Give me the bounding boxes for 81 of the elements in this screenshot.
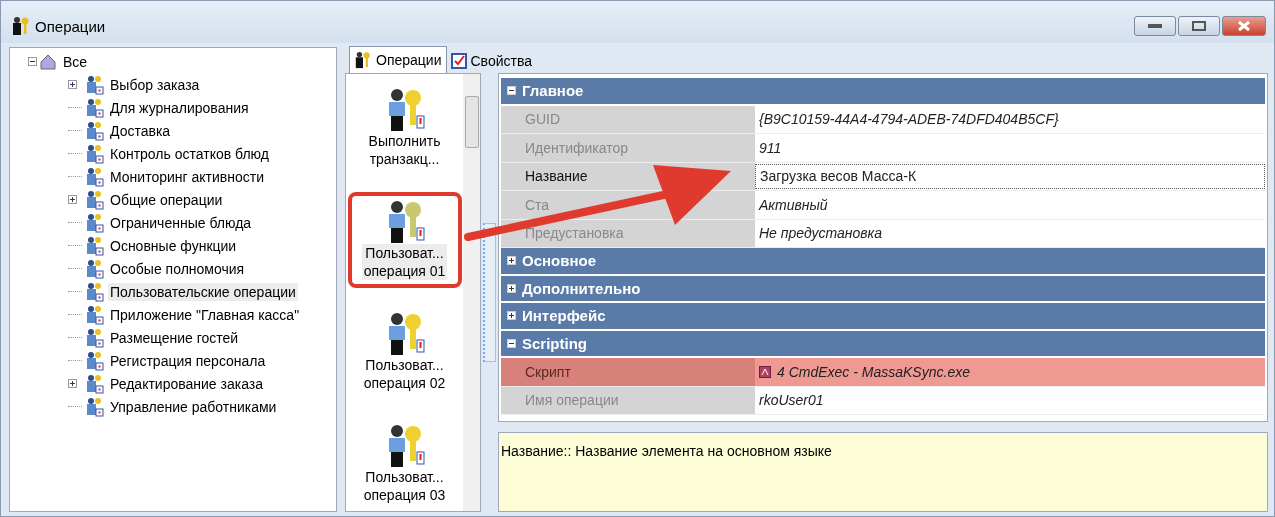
- person-key-icon: [84, 212, 104, 233]
- close-icon: [1237, 20, 1251, 32]
- minimize-button[interactable]: [1134, 16, 1176, 36]
- property-label: Идентификатор: [501, 134, 755, 162]
- tree-item[interactable]: Пользовательские операции: [108, 282, 298, 301]
- person-key-icon: [84, 281, 104, 302]
- tab[interactable]: Операции: [349, 46, 447, 73]
- toggle-icon: [507, 338, 516, 348]
- person-key-icon: [84, 350, 104, 371]
- person-key-icon: [84, 235, 104, 256]
- maximize-icon: [1192, 21, 1206, 31]
- scrollbar[interactable]: [463, 74, 480, 511]
- operation-label: Выполнить транзакц...: [367, 132, 442, 168]
- expand-icon[interactable]: [68, 80, 77, 89]
- tree-item[interactable]: Для журналирования: [108, 98, 251, 117]
- close-button[interactable]: [1222, 16, 1266, 36]
- person-key-icon: [84, 304, 104, 325]
- person-key-icon: [84, 166, 104, 187]
- property-value: 4 CmdExec - MassaKSync.exe: [755, 358, 1265, 386]
- person-key-icon: [84, 258, 104, 279]
- operation-item[interactable]: Выполнить транзакц...: [347, 80, 462, 176]
- person-key-icon: [354, 51, 372, 69]
- tree-item[interactable]: Общие операции: [108, 190, 225, 209]
- operation-item[interactable]: Пользоват... операция 03: [347, 416, 462, 511]
- section-header[interactable]: Главное: [501, 78, 1265, 104]
- tree-item[interactable]: Особые полномочия: [108, 259, 247, 278]
- operation-item[interactable]: Пользоват... операция 01: [347, 192, 462, 288]
- operation-label: Пользоват... операция 02: [362, 356, 447, 392]
- tree-item[interactable]: Мониторинг активности: [108, 167, 267, 186]
- tree-item[interactable]: Основные функции: [108, 236, 239, 255]
- input-field[interactable]: Загрузка весов Масса-К: [755, 163, 1265, 189]
- section-header[interactable]: Дополнительно: [501, 275, 1265, 301]
- section-header[interactable]: Интерфейс: [501, 303, 1265, 329]
- property-value: 911: [758, 138, 783, 158]
- toggle-icon: [507, 86, 516, 96]
- section-header[interactable]: Scripting: [501, 330, 1265, 356]
- property-value: Не предустановка: [758, 224, 883, 244]
- property-label: Имя операции: [501, 386, 755, 414]
- property-label: GUID: [501, 105, 755, 133]
- person-key-icon: [84, 74, 104, 95]
- expand-icon[interactable]: [68, 195, 77, 204]
- tree-item[interactable]: Размещение гостей: [108, 328, 241, 347]
- toggle-icon: [507, 311, 516, 321]
- person-key-icon: [84, 120, 104, 141]
- house-icon: [39, 52, 57, 71]
- tree-item[interactable]: Доставка: [108, 121, 173, 140]
- tree-item[interactable]: Управление работниками: [108, 397, 279, 416]
- tree-item[interactable]: Регистрация персонала: [108, 351, 268, 370]
- tree-item[interactable]: Контроль остатков блюд: [108, 144, 271, 163]
- property-value: {B9C10159-44A4-4794-ADEB-74DFD404B5CF}: [758, 110, 1060, 130]
- minimize-icon: [1148, 23, 1162, 29]
- property-label: Скрипт: [501, 358, 755, 386]
- tree-item[interactable]: Все: [61, 52, 90, 71]
- tree-item[interactable]: Редактирование заказа: [108, 374, 265, 393]
- person-key-icon: [84, 189, 104, 210]
- person-key-icon: [84, 327, 104, 348]
- tab[interactable]: Свойства: [446, 49, 536, 73]
- description-text: Название:: Название элемента на основном языке: [501, 443, 832, 459]
- property-value: Активный: [757, 195, 829, 215]
- tree-item[interactable]: Выбор заказа: [108, 75, 202, 94]
- checkbox-form-icon: [450, 53, 467, 69]
- toggle-icon: [507, 283, 516, 293]
- tree-item[interactable]: Приложение "Главная касса": [108, 305, 302, 324]
- section-header[interactable]: Основное: [501, 248, 1265, 274]
- operation-item[interactable]: Пользоват... операция 02: [347, 304, 462, 400]
- operation-label: Пользоват... операция 03: [362, 468, 447, 504]
- operation-label: Пользоват... операция 01: [361, 244, 448, 280]
- tree-item[interactable]: Ограниченные блюда: [108, 213, 254, 232]
- person-key-icon: [11, 16, 31, 36]
- collapse-icon[interactable]: [28, 57, 37, 66]
- maximize-button[interactable]: [1178, 16, 1220, 36]
- toggle-icon: [507, 256, 516, 266]
- person-key-icon: [84, 97, 104, 118]
- property-value: rkoUser01: [758, 391, 825, 411]
- splitter[interactable]: [483, 223, 496, 362]
- window-title: Операции: [35, 17, 106, 35]
- person-key-icon: [84, 143, 104, 164]
- script-icon: [759, 365, 771, 378]
- person-key-icon: [84, 396, 104, 417]
- expand-icon[interactable]: [68, 379, 77, 388]
- person-key-icon: [84, 373, 104, 394]
